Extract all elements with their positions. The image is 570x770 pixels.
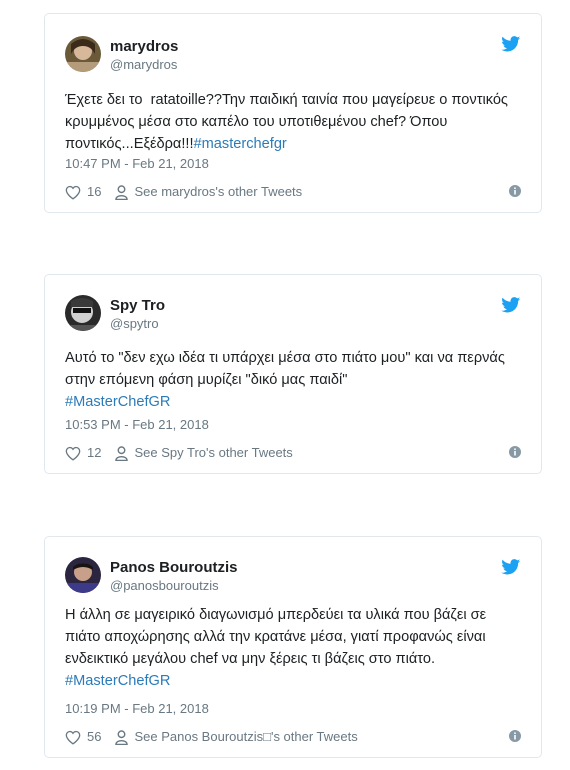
heart-icon[interactable] [65, 446, 81, 461]
timestamp[interactable]: 10:53 PM - Feb 21, 2018 [65, 417, 209, 433]
tweet-body: Η άλλη σε μαγειρικό διαγωνισμό μπερδεύει… [65, 607, 487, 667]
tweet-actions: 12 See Spy Tro's other Tweets [65, 445, 293, 461]
avatar[interactable] [65, 295, 101, 331]
tweet-body: Έχετε δει το ratatoille??Την παιδική ται… [65, 92, 513, 152]
hashtag-link[interactable]: #masterchefgr [194, 136, 287, 152]
like-count[interactable]: 16 [87, 184, 101, 200]
like-count[interactable]: 56 [87, 729, 101, 745]
timestamp[interactable]: 10:19 PM - Feb 21, 2018 [65, 701, 209, 717]
hashtag-link[interactable]: #MasterChefGR [65, 673, 170, 689]
tweet-card-1[interactable]: marydros @marydros Έχετε δει το ratatoil… [44, 13, 542, 213]
other-tweets-link[interactable]: See Panos Bouroutzis□'s other Tweets [134, 729, 357, 745]
person-icon [115, 445, 129, 461]
tweet-body: Αυτό το "δεν εχω ιδέα τι υπάρχει μέσα στ… [65, 350, 505, 388]
tweet-card-3[interactable]: Panos Bouroutzis @panosbouroutzis Η άλλη… [44, 536, 542, 758]
tweet-card-2[interactable]: Spy Tro @spytro Αυτό το "δεν εχω ιδέα τι… [44, 274, 542, 474]
twitter-bird-icon[interactable] [501, 36, 521, 52]
other-tweets-link[interactable]: See marydros's other Tweets [134, 184, 302, 200]
twitter-bird-icon[interactable] [501, 297, 521, 313]
other-tweets-link[interactable]: See Spy Tro's other Tweets [134, 445, 292, 461]
hashtag-link[interactable]: #MasterChefGR [65, 394, 170, 410]
timestamp[interactable]: 10:47 PM - Feb 21, 2018 [65, 156, 209, 172]
twitter-bird-icon[interactable] [501, 559, 521, 575]
heart-icon[interactable] [65, 730, 81, 745]
author-handle[interactable]: @spytro [110, 316, 159, 332]
author-name[interactable]: Panos Bouroutzis [110, 559, 238, 577]
tweet-text: Η άλλη σε μαγειρικό διαγωνισμό μπερδεύει… [65, 604, 521, 692]
person-icon [115, 184, 129, 200]
tweet-actions: 16 See marydros's other Tweets [65, 184, 302, 200]
info-icon[interactable] [509, 730, 521, 742]
tweet-text: Έχετε δει το ratatoille??Την παιδική ται… [65, 89, 521, 155]
avatar[interactable] [65, 36, 101, 72]
info-icon[interactable] [509, 185, 521, 197]
like-count[interactable]: 12 [87, 445, 101, 461]
person-icon [115, 729, 129, 745]
heart-icon[interactable] [65, 185, 81, 200]
author-name[interactable]: marydros [110, 38, 178, 56]
avatar[interactable] [65, 557, 101, 593]
author-handle[interactable]: @marydros [110, 57, 177, 73]
info-icon[interactable] [509, 446, 521, 458]
author-handle[interactable]: @panosbouroutzis [110, 578, 219, 594]
tweet-actions: 56 See Panos Bouroutzis□'s other Tweets [65, 729, 358, 745]
author-name[interactable]: Spy Tro [110, 297, 165, 315]
tweet-text: Αυτό το "δεν εχω ιδέα τι υπάρχει μέσα στ… [65, 347, 521, 413]
